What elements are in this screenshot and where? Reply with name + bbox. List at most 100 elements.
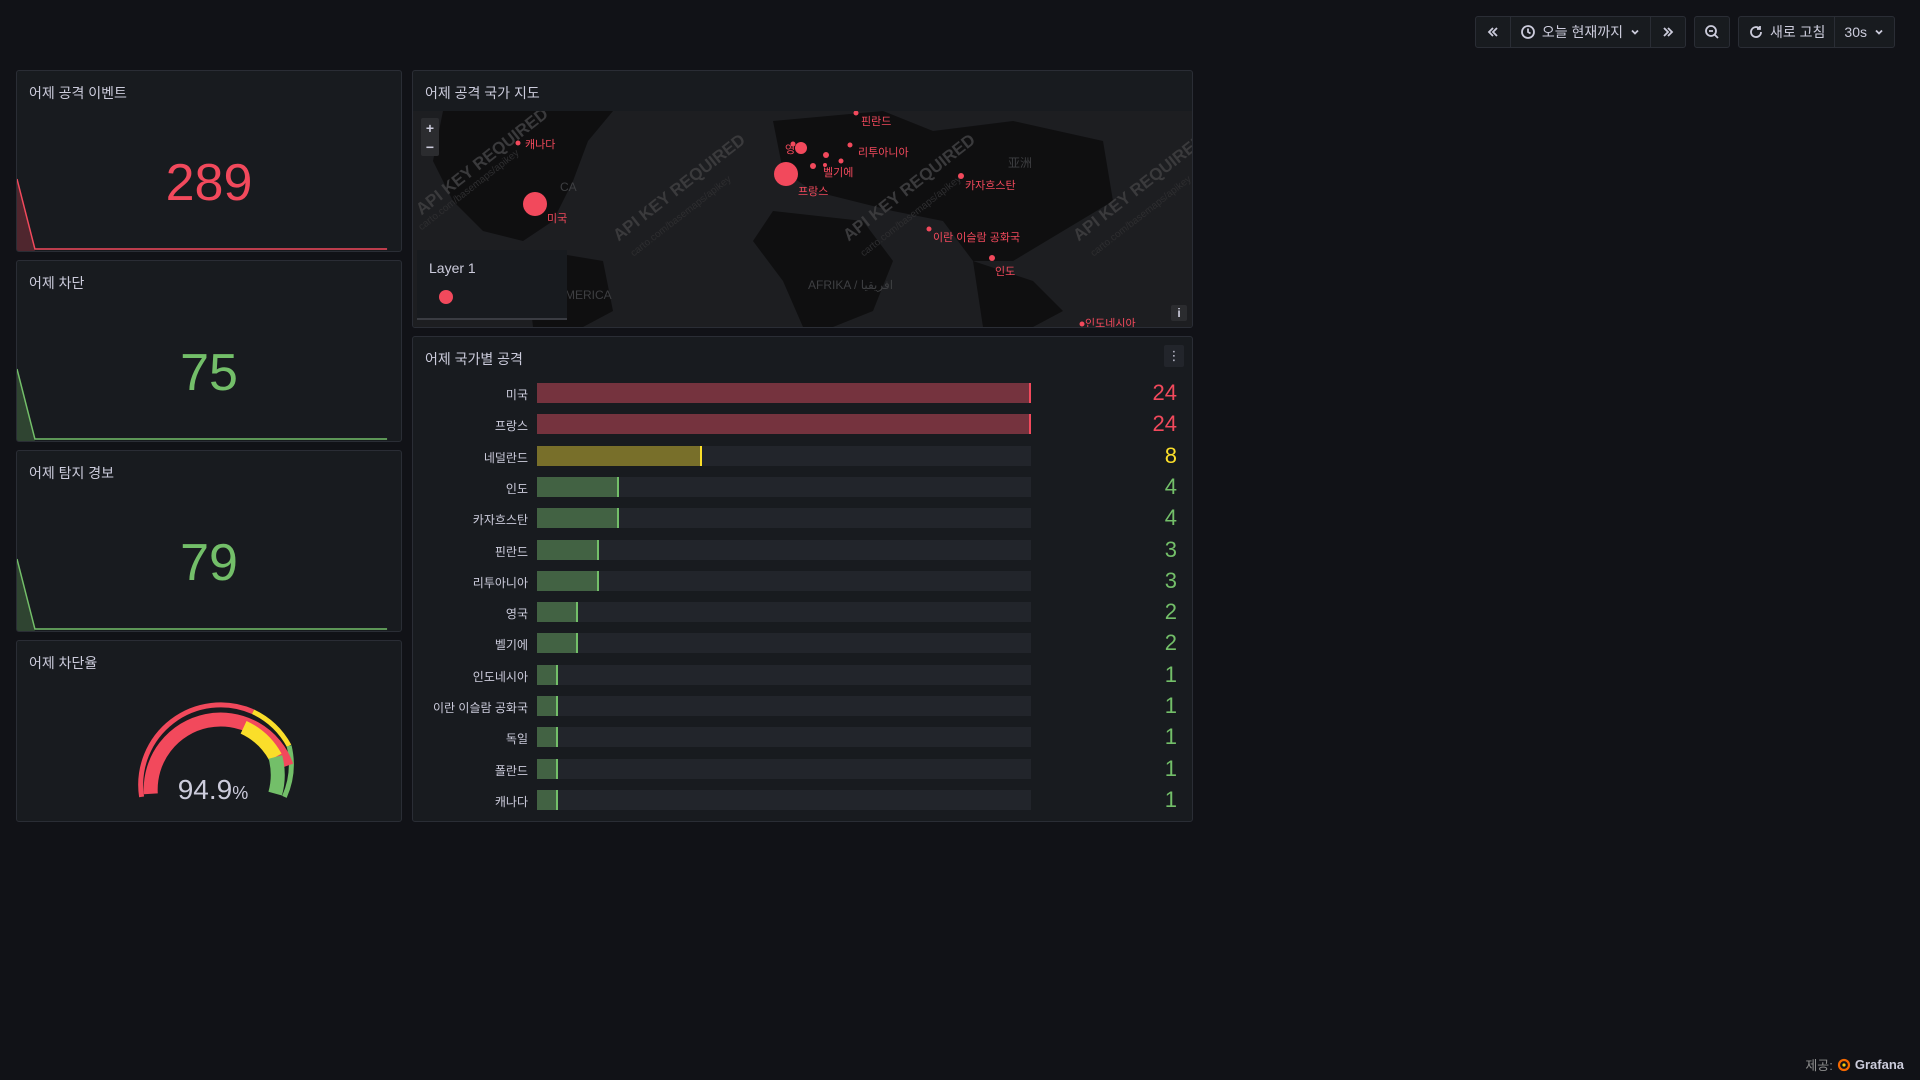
map-marker[interactable] [989,255,995,261]
bar-row[interactable]: 핀란드 3 [413,536,1192,562]
panel-title: 어제 공격 이벤트 [29,85,127,101]
bar-label: 미국 [505,388,528,402]
bar-track [537,570,1031,591]
time-picker-group: 오늘 현재까지 [1474,16,1686,48]
map-marker[interactable] [838,158,844,164]
bar-row[interactable]: 영국 2 [413,599,1192,625]
footer-prefix: 제공: [1805,1058,1833,1073]
bar-row[interactable]: 독일 1 [413,724,1192,750]
map-marker-label: 카자흐스탄 [965,179,1016,192]
bar-row[interactable]: 이란 이슬람 공화국 1 [413,693,1192,718]
map-marker-label: 인도네시아 [1085,317,1136,327]
bar-row[interactable]: 인도네시아 1 [413,661,1192,687]
bar-label: 프랑스 [494,419,528,434]
panel-title: 어제 공격 국가 지도 [425,85,540,101]
stat-panel-events[interactable]: 어제 공격 이벤트 289 [16,70,402,252]
map-canvas[interactable]: API KEY REQUIRED API KEY REQUIRED API KE… [413,111,1192,327]
bar-fill [537,539,599,560]
bar-fill [537,570,599,591]
bar-fill [537,508,620,529]
map-marker[interactable] [810,163,816,169]
refresh-group: 새로 고침 30s [1738,16,1895,48]
bar-row[interactable]: 카자흐스탄 4 [413,505,1192,530]
map-marker-label: 이란 이슬람 공화국 [933,231,1020,244]
chevron-down-icon [1875,29,1883,35]
refresh-button[interactable]: 새로 고침 [1739,17,1836,47]
map-marker-label: 캐나다 [525,138,555,151]
zoom-out-button[interactable] [1695,17,1729,47]
bar-row[interactable]: 리투아니아 3 [413,568,1192,593]
panel-title: 어제 탐지 경보 [29,465,115,481]
bar-row[interactable]: 벨기에 2 [413,630,1192,655]
stat-panel-blocked[interactable]: 어제 차단 75 [16,260,402,442]
zoom-in-button[interactable]: + [421,118,439,137]
zoom-out-map-button[interactable]: − [421,137,439,156]
panel-menu-button[interactable]: ⋮ [1164,345,1184,367]
bar-value: 24 [1152,380,1177,405]
panel-title: 어제 국가별 공격 [425,351,523,367]
bar-fill [537,476,620,497]
bar-row[interactable]: 프랑스 24 [413,411,1192,436]
bar-track [537,789,1031,810]
time-forward-button[interactable] [1651,17,1685,47]
map-marker-label: 미국 [547,212,567,225]
map-legend: Layer 1 [417,250,567,320]
map-marker[interactable] [515,140,521,146]
map-marker[interactable] [823,152,829,158]
map-marker[interactable] [823,163,827,167]
bar-track [537,383,1031,403]
bar-fill [537,789,558,810]
sparkline [17,368,401,441]
map-marker[interactable] [795,142,807,154]
gauge-unit: % [232,783,249,803]
bar-value: 4 [1164,473,1177,499]
dashboard-toolbar: 오늘 현재까지 새로 고침 30s [1474,16,1895,48]
map-marker[interactable] [790,141,796,147]
bar-row[interactable]: 인도 4 [413,473,1192,499]
bar-label: 인도 [505,481,528,496]
stat-panel-alerts[interactable]: 어제 탐지 경보 79 [16,450,402,632]
bar-value: 1 [1164,661,1177,687]
time-back-button[interactable] [1476,17,1511,47]
bar-value: 1 [1164,724,1177,750]
map-attribution-button[interactable]: i [1171,305,1187,321]
map-marker[interactable] [523,192,547,216]
bar-track [537,727,1031,748]
bar-label: 폴란드 [494,763,528,778]
refresh-interval-picker[interactable]: 30s [1835,17,1894,47]
sparkline [17,558,401,631]
map-marker[interactable] [774,162,798,186]
bar-label: 네덜란드 [483,450,528,465]
grafana-logo-icon [1837,1058,1850,1071]
map-marker-label: 벨기에 [823,166,853,179]
bar-value: 2 [1164,599,1177,625]
bar-track [537,539,1031,560]
bar-value: 3 [1164,536,1177,562]
footer-brand[interactable]: Grafana [1855,1057,1904,1072]
map-marker[interactable] [847,142,853,148]
bar-fill [537,696,558,716]
map-marker[interactable] [926,226,932,232]
refresh-icon [1750,26,1762,38]
continent-label: 亚洲 [1008,156,1032,170]
map-marker[interactable] [958,173,964,179]
bar-track [537,445,1031,466]
bar-row[interactable]: 네덜란드 8 [413,443,1192,468]
continent-label: AFRIKA / افريقيا [808,278,893,292]
bar-row[interactable]: 폴란드 1 [413,756,1192,781]
footer: 제공: Grafana [1805,1055,1904,1074]
gauge-panel-block-rate[interactable]: 어제 차단율 94.9% [16,640,402,822]
panel-title: 어제 차단 [29,275,85,291]
map-marker[interactable] [1079,321,1085,327]
bar-fill [537,383,1031,403]
bar-row[interactable]: 미국 24 [413,380,1192,405]
bar-track [537,414,1031,435]
bar-label: 카자흐스탄 [472,513,528,528]
bar-row[interactable]: 캐나다 1 [413,787,1192,812]
bar-track [537,602,1031,623]
geomap-panel: 어제 공격 국가 지도 API KEY REQUIRED API KEY REQ… [412,70,1193,328]
time-range-picker[interactable]: 오늘 현재까지 [1511,17,1651,47]
bar-track [537,476,1031,497]
bar-track [537,696,1031,716]
bar-label: 인도네시아 [472,669,528,684]
